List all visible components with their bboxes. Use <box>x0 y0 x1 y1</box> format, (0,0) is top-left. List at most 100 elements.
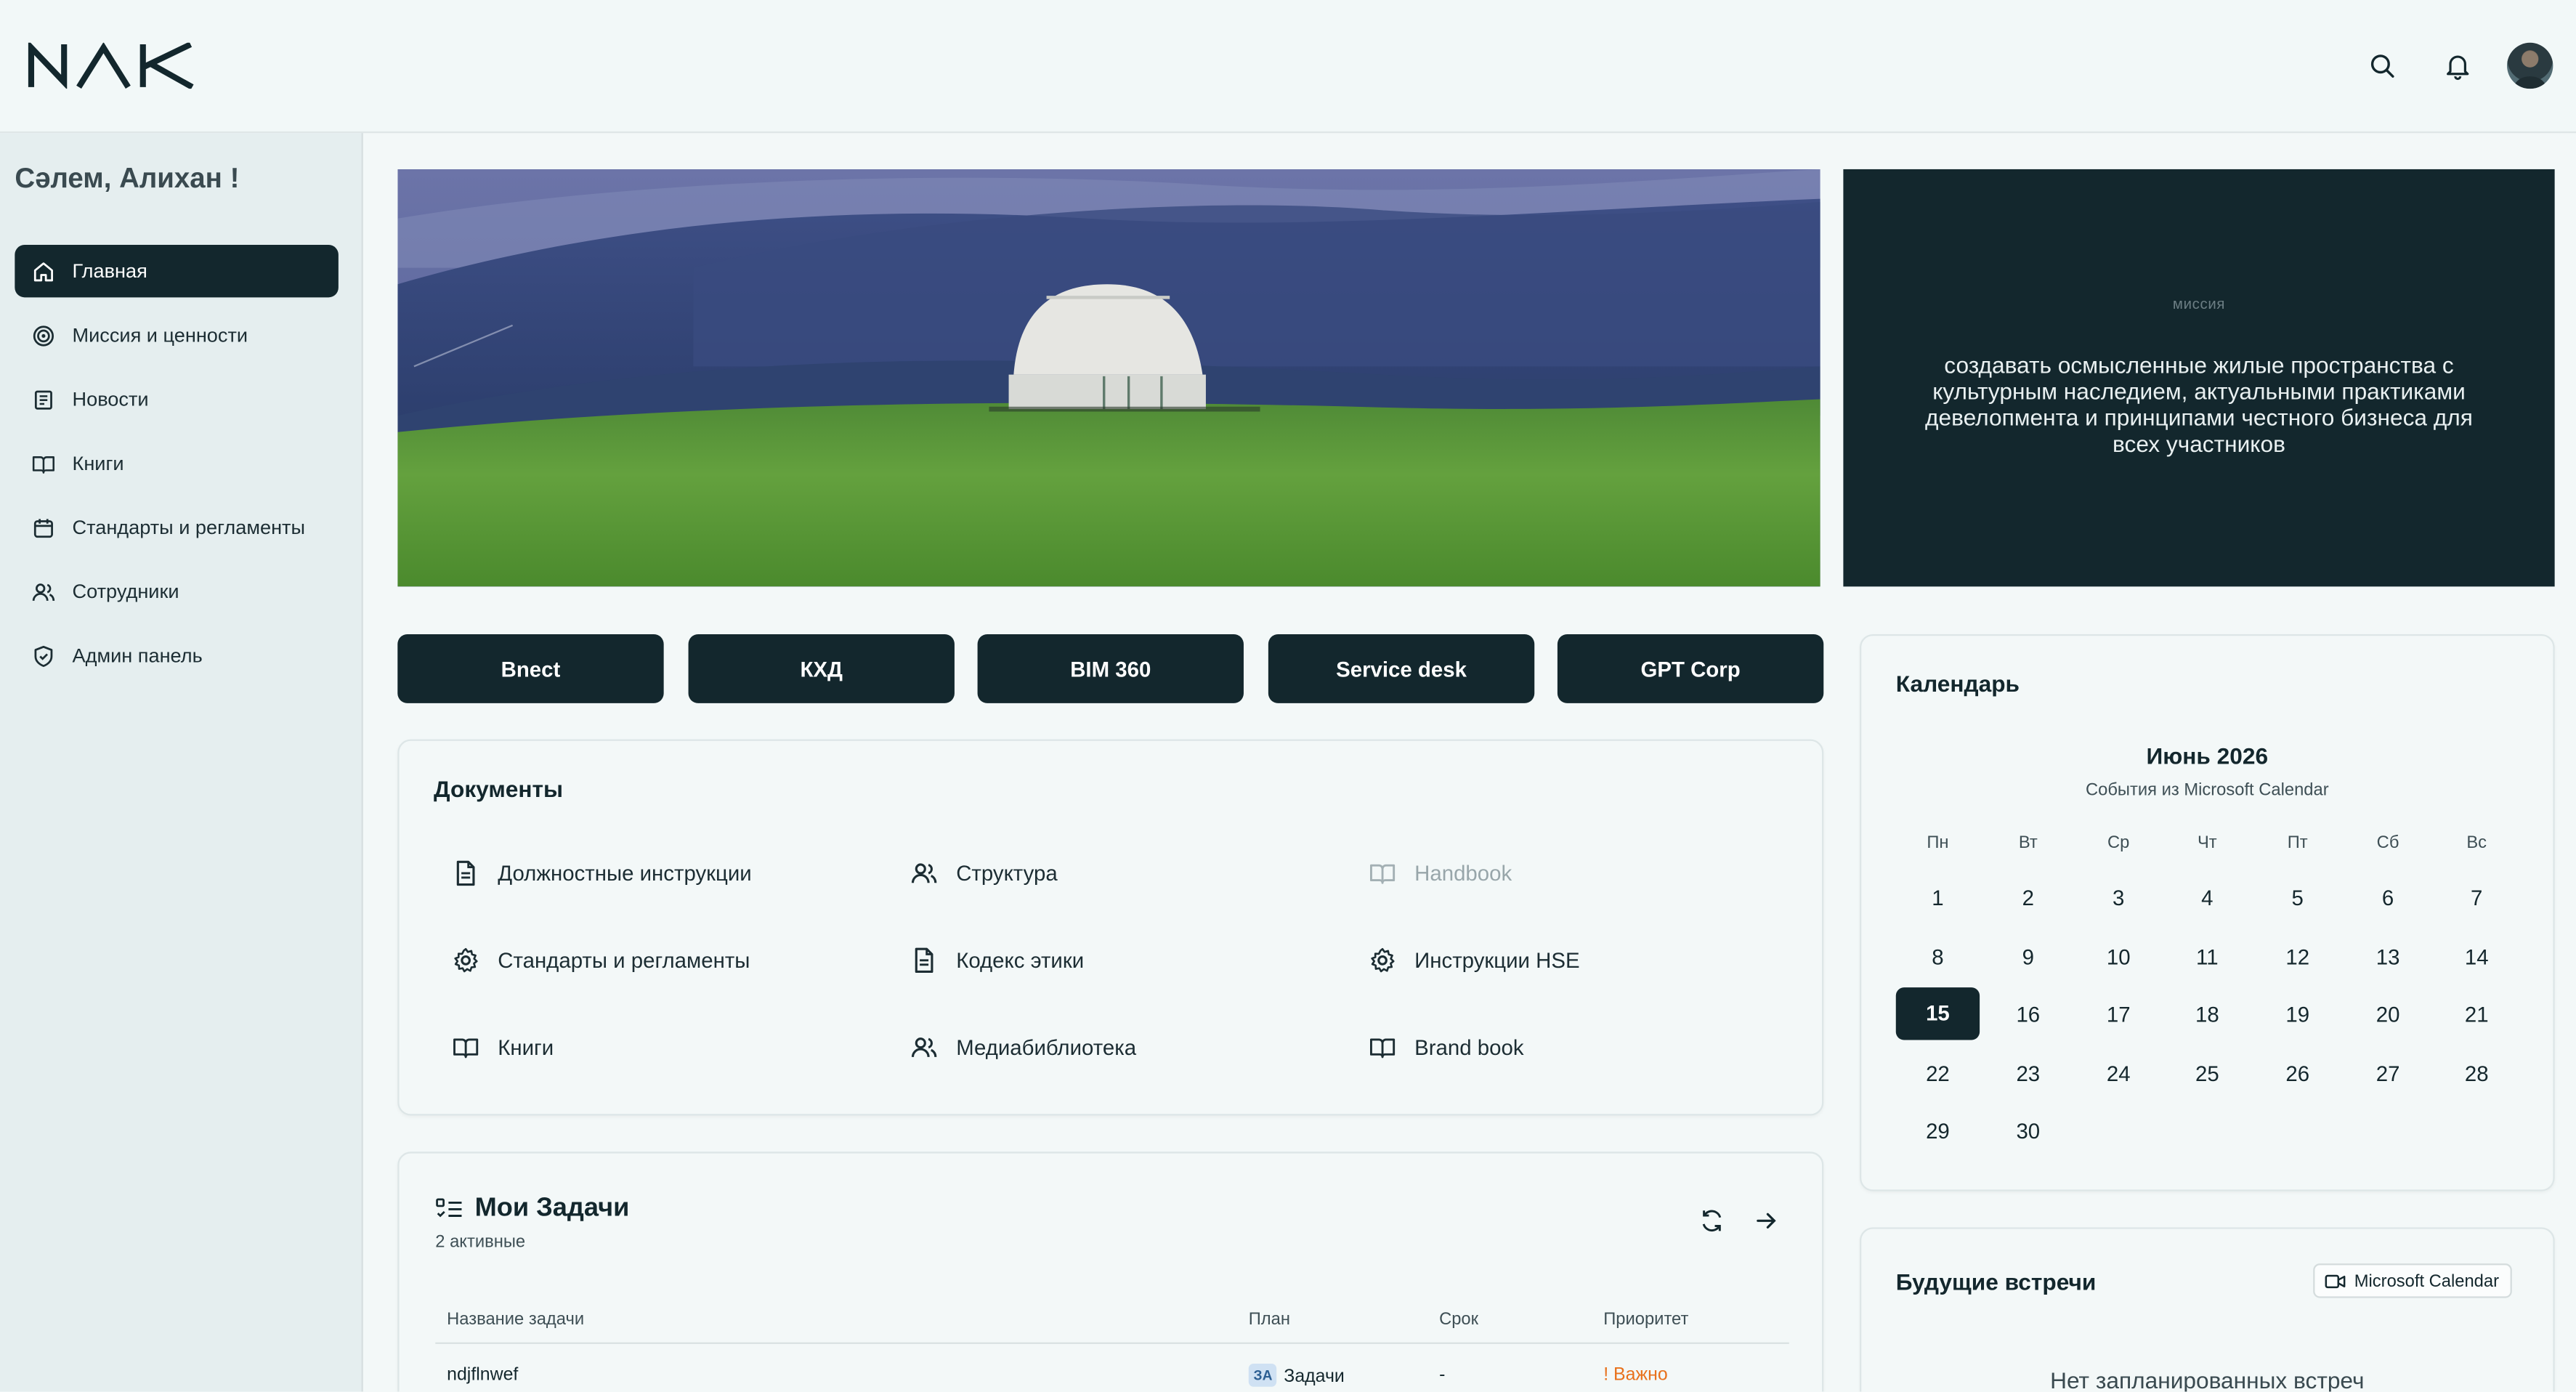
calendar-day[interactable]: 12 <box>2256 944 2339 968</box>
doc-label: Кодекс этики <box>956 947 1085 973</box>
calendar-day[interactable]: 26 <box>2256 1061 2339 1085</box>
doc-label: Инструкции HSE <box>1414 947 1580 973</box>
calendar-day[interactable]: 13 <box>2346 944 2429 968</box>
doc-label: Brand book <box>1414 1035 1524 1060</box>
tasks-subtitle: 2 активные <box>435 1232 526 1253</box>
calendar-weekday: Вс <box>2466 833 2487 853</box>
calendar-day[interactable]: 21 <box>2435 1003 2519 1027</box>
nak-logo[interactable] <box>28 40 195 97</box>
file-text-icon <box>456 860 475 886</box>
calendar-day-today[interactable]: 15 <box>1895 987 1980 1040</box>
calendar-day[interactable]: 14 <box>2435 944 2519 968</box>
calendar-day[interactable]: 2 <box>1986 886 2070 910</box>
sidebar-item-label: Новости <box>72 387 149 411</box>
doc-media-library[interactable]: Медиабиблиотека <box>910 1033 1136 1061</box>
doc-job-descriptions[interactable]: Должностные инструкции <box>452 859 752 887</box>
calendar-day[interactable]: 3 <box>2077 886 2160 910</box>
quick-link-service-desk[interactable]: Service desk <box>1268 634 1535 703</box>
target-icon <box>33 325 54 346</box>
sidebar-item-label: Миссия и ценности <box>72 323 248 347</box>
column-header-due: Срок <box>1439 1309 1479 1330</box>
arrow-right-icon[interactable] <box>1753 1207 1779 1234</box>
doc-books[interactable]: Книги <box>452 1033 554 1061</box>
sidebar-item-standards[interactable]: Стандарты и регламенты <box>15 501 339 554</box>
users-icon <box>32 583 55 600</box>
doc-structure[interactable]: Структура <box>910 859 1058 887</box>
calendar-title: Календарь <box>1895 670 2020 697</box>
users-icon <box>911 1037 937 1058</box>
doc-brand-book[interactable]: Brand book <box>1369 1033 1524 1061</box>
sidebar-item-mission[interactable]: Миссия и ценности <box>15 309 339 361</box>
doc-standards[interactable]: Стандарты и регламенты <box>452 947 750 974</box>
calendar-weekday: Вт <box>2018 833 2038 853</box>
refresh-icon[interactable] <box>1698 1207 1725 1234</box>
quick-link-gpt-corp[interactable]: GPT Corp <box>1557 634 1824 703</box>
logo-mark <box>28 40 194 90</box>
sidebar-item-home[interactable]: Главная <box>15 244 339 298</box>
search-icon[interactable] <box>2368 51 2397 81</box>
calendar-day[interactable]: 25 <box>2166 1061 2249 1085</box>
users-icon <box>911 863 937 883</box>
calendar-day[interactable]: 16 <box>1986 1003 2070 1027</box>
calendar-day[interactable]: 17 <box>2077 1003 2160 1027</box>
sidebar-item-label: Сотрудники <box>72 580 179 603</box>
bell-icon[interactable] <box>2443 51 2473 81</box>
calendar-day[interactable]: 23 <box>1986 1061 2070 1085</box>
task-plan: ЗА Задачи <box>1248 1364 1345 1387</box>
calendar-weekday: Сб <box>2376 833 2399 853</box>
sidebar: Сәлем, Алихан ! Главная Миссия и ценност… <box>0 133 363 1392</box>
calendar-weekday: Чт <box>2197 833 2217 853</box>
column-header-priority: Приоритет <box>1603 1309 1689 1330</box>
doc-ethics-code[interactable]: Кодекс этики <box>910 947 1084 974</box>
sidebar-item-label: Книги <box>72 451 124 475</box>
calendar-day[interactable]: 28 <box>2435 1061 2519 1085</box>
avatar[interactable] <box>2507 42 2553 89</box>
sidebar-item-employees[interactable]: Сотрудники <box>15 565 339 618</box>
sidebar-item-label: Главная <box>72 259 147 283</box>
sidebar-nav: Главная Миссия и ценности Новости Книги … <box>15 244 339 693</box>
doc-label: Книги <box>498 1035 554 1060</box>
quick-link-bnect[interactable]: Bnect <box>397 634 664 703</box>
plan-badge: ЗА <box>1248 1364 1278 1387</box>
microsoft-calendar-label: Microsoft Calendar <box>2354 1271 2500 1291</box>
calendar-day[interactable]: 4 <box>2166 886 2249 910</box>
doc-label: Медиабиблиотека <box>956 1035 1137 1060</box>
calendar-day[interactable]: 29 <box>1896 1119 1980 1144</box>
calendar-day[interactable]: 24 <box>2077 1061 2160 1085</box>
doc-label: Стандарты и регламенты <box>498 947 750 973</box>
calendar-day[interactable]: 10 <box>2077 944 2160 968</box>
book-icon <box>32 455 54 473</box>
calendar-day[interactable]: 7 <box>2435 886 2519 910</box>
calendar-day[interactable]: 22 <box>1896 1061 1980 1085</box>
doc-hse-instructions[interactable]: Инструкции HSE <box>1369 947 1580 974</box>
doc-handbook[interactable]: Handbook <box>1369 859 1512 887</box>
quick-link-bim360[interactable]: BIM 360 <box>977 634 1244 703</box>
video-icon <box>2325 1274 2346 1287</box>
calendar-day[interactable]: 5 <box>2256 886 2339 910</box>
documents-title: Документы <box>434 775 564 802</box>
calendar-day[interactable]: 27 <box>2346 1061 2429 1085</box>
quick-link-khd[interactable]: КХД <box>688 634 955 703</box>
calendar-weekday: Пт <box>2287 833 2308 853</box>
sidebar-item-label: Админ панель <box>72 644 203 668</box>
gear-icon <box>454 947 478 973</box>
calendar-day[interactable]: 9 <box>1986 944 2070 968</box>
mission-text: создавать осмысленные жилые пространства… <box>1925 351 2473 457</box>
calendar-day[interactable]: 19 <box>2256 1003 2339 1027</box>
calendar-day[interactable]: 11 <box>2166 944 2249 968</box>
calendar-day[interactable]: 20 <box>2346 1003 2429 1027</box>
calendar-day[interactable]: 1 <box>1896 886 1980 910</box>
calendar-day[interactable]: 18 <box>2166 1003 2249 1027</box>
meetings-card: Будущие встречи Microsoft Calendar Нет з… <box>1860 1227 2555 1392</box>
task-priority-badge: ! Важно <box>1603 1365 1668 1385</box>
sidebar-item-admin[interactable]: Админ панель <box>15 629 339 681</box>
calendar-day[interactable]: 8 <box>1896 944 1980 968</box>
sidebar-item-books[interactable]: Книги <box>15 437 339 490</box>
calendar-day[interactable]: 30 <box>1986 1119 2070 1144</box>
home-icon <box>33 262 53 281</box>
task-list-icon <box>436 1198 462 1218</box>
calendar-day[interactable]: 6 <box>2346 886 2429 910</box>
task-name[interactable]: ndjflnwef <box>447 1365 518 1385</box>
sidebar-item-news[interactable]: Новости <box>15 373 339 425</box>
microsoft-calendar-button[interactable]: Microsoft Calendar <box>2313 1263 2513 1298</box>
